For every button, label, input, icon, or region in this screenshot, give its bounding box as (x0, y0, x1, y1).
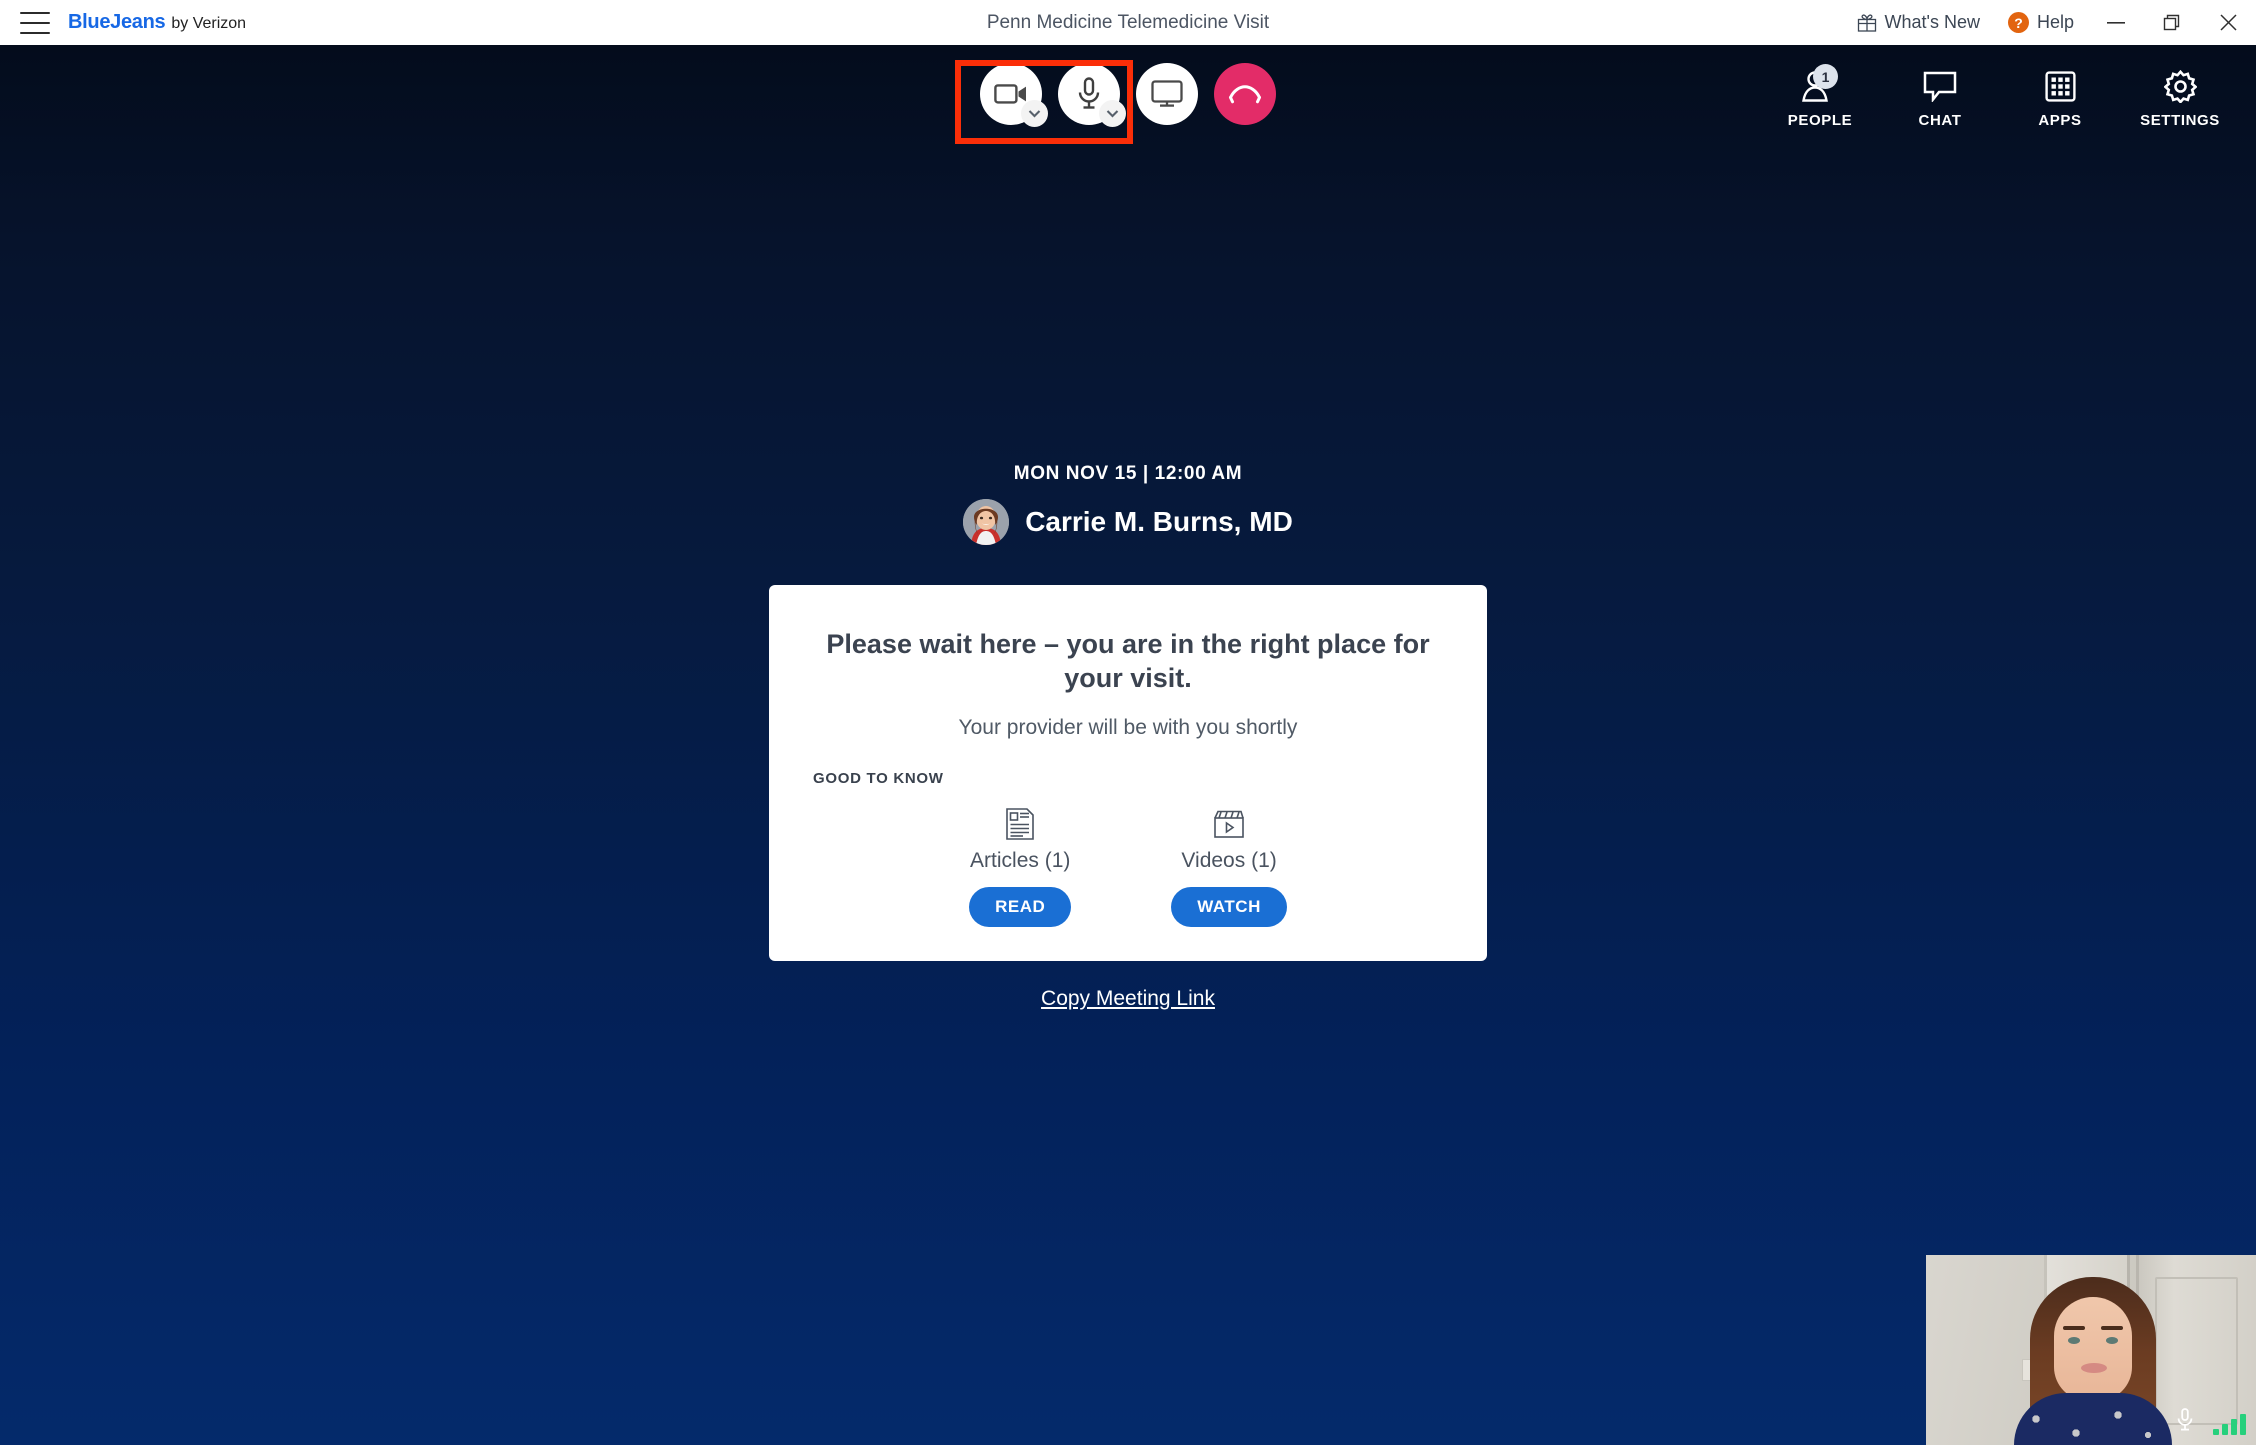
read-button[interactable]: READ (969, 886, 1072, 927)
microphone-dropdown-chevron-down-icon[interactable] (1099, 100, 1126, 127)
self-view-video[interactable] (1926, 1255, 2256, 1445)
hamburger-menu-icon[interactable] (20, 11, 50, 34)
people-label: PEOPLE (1787, 112, 1853, 129)
app-logo: BlueJeans by Verizon (68, 11, 246, 34)
avatar (963, 499, 1010, 545)
watch-button[interactable]: WATCH (1171, 886, 1287, 927)
sidebar-item-chat[interactable]: CHAT (1894, 63, 1986, 129)
screen-share-button[interactable] (1136, 63, 1198, 125)
article-icon (1006, 807, 1035, 841)
minimize-button[interactable] (2088, 0, 2144, 45)
sidebar-item-settings[interactable]: SETTINGS (2134, 63, 2226, 129)
signal-bars-icon (2213, 1414, 2246, 1435)
waiting-room-content: MON NOV 15 | 12:00 AM Carrie M. Burns, M… (0, 45, 2256, 1445)
resource-tiles: Articles (1) READ Videos (1) WATCH (813, 807, 1443, 927)
titlebar-actions: What's New ? Help (1843, 0, 2256, 45)
sidebar-item-people[interactable]: 1 PEOPLE (1774, 63, 1866, 129)
sidebar-item-apps[interactable]: APPS (2014, 63, 2106, 129)
articles-label: Articles (1) (970, 848, 1071, 872)
close-button[interactable] (2200, 0, 2256, 45)
brand-suffix: by Verizon (171, 15, 247, 32)
settings-label: SETTINGS (2140, 112, 2220, 129)
gear-icon (2163, 67, 2197, 105)
apps-grid-icon (2044, 67, 2076, 105)
chat-bubble-icon (1923, 67, 1957, 105)
window-title-bar: BlueJeans by Verizon Penn Medicine Telem… (0, 0, 2256, 45)
self-view-torso (2014, 1393, 2172, 1445)
camera-button[interactable] (980, 63, 1048, 127)
meeting-tool-rail: 1 PEOPLE CHAT APPS SETTINGS (1774, 63, 2226, 129)
self-view-face (2054, 1297, 2132, 1401)
videos-label: Videos (1) (1181, 848, 1277, 872)
people-count-badge: 1 (1813, 64, 1838, 89)
self-view-microphone-icon[interactable] (2176, 1408, 2194, 1437)
waiting-card: Please wait here – you are in the right … (769, 585, 1487, 961)
microphone-button[interactable] (1058, 63, 1126, 127)
help-label: Help (2036, 12, 2074, 32)
camera-dropdown-chevron-down-icon[interactable] (1021, 100, 1048, 127)
people-icon: 1 (1800, 64, 1840, 105)
meeting-datetime: MON NOV 15 | 12:00 AM (1013, 463, 1243, 484)
hangup-button[interactable] (1214, 63, 1276, 125)
window-title-text: Penn Medicine Telemedicine Visit (986, 11, 1270, 33)
host-row: Carrie M. Burns, MD (963, 499, 1293, 545)
good-to-know-label: GOOD TO KNOW (813, 769, 944, 787)
whats-new-button[interactable]: What's New (1843, 0, 1994, 45)
articles-tile: Articles (1) READ (969, 807, 1072, 927)
host-name: Carrie M. Burns, MD (1025, 506, 1293, 537)
maximize-restore-button[interactable] (2144, 0, 2200, 45)
gift-icon (1857, 13, 1877, 32)
apps-label: APPS (2038, 112, 2082, 129)
whats-new-label: What's New (1884, 12, 1980, 32)
card-title: Please wait here – you are in the right … (826, 629, 1430, 694)
card-subtitle: Your provider will be with you shortly (958, 715, 1298, 739)
chat-label: CHAT (1918, 112, 1962, 129)
help-button[interactable]: ? Help (1994, 0, 2088, 45)
help-icon: ? (2007, 12, 2029, 33)
videos-tile: Videos (1) WATCH (1171, 807, 1287, 927)
video-clapper-icon (1214, 807, 1244, 841)
copy-meeting-link[interactable]: Copy Meeting Link (1041, 987, 1215, 1011)
brand-name: BlueJeans (68, 11, 166, 33)
meeting-stage: 1 PEOPLE CHAT APPS SETTINGS MON NOV 15 |… (0, 45, 2256, 1445)
